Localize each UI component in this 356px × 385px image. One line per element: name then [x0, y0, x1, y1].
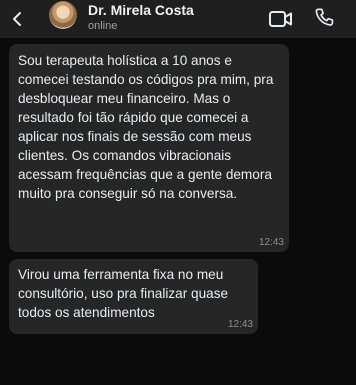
back-button[interactable] [6, 8, 28, 30]
avatar[interactable] [49, 1, 77, 29]
contact-info[interactable]: Dr. Mirela Costa online [88, 2, 194, 33]
voice-call-button[interactable] [313, 7, 335, 29]
message-text: Virou uma ferramenta fixa no meu consult… [18, 267, 229, 320]
message-time: 12:43 [258, 237, 284, 248]
contact-status: online [88, 20, 118, 32]
chevron-left-icon [10, 11, 24, 27]
video-camera-icon [268, 8, 294, 30]
chat-header: Dr. Mirela Costa online [0, 0, 356, 38]
message-text: Sou terapeuta holística a 10 anos e come… [18, 53, 274, 201]
phone-icon [313, 7, 335, 29]
contact-name: Dr. Mirela Costa [88, 2, 194, 18]
video-call-button[interactable] [268, 8, 294, 30]
message-bubble[interactable]: Virou uma ferramenta fixa no meu consult… [9, 259, 258, 334]
message-time: 12:43 [227, 319, 253, 330]
message-bubble[interactable]: Sou terapeuta holística a 10 anos e come… [9, 44, 289, 252]
